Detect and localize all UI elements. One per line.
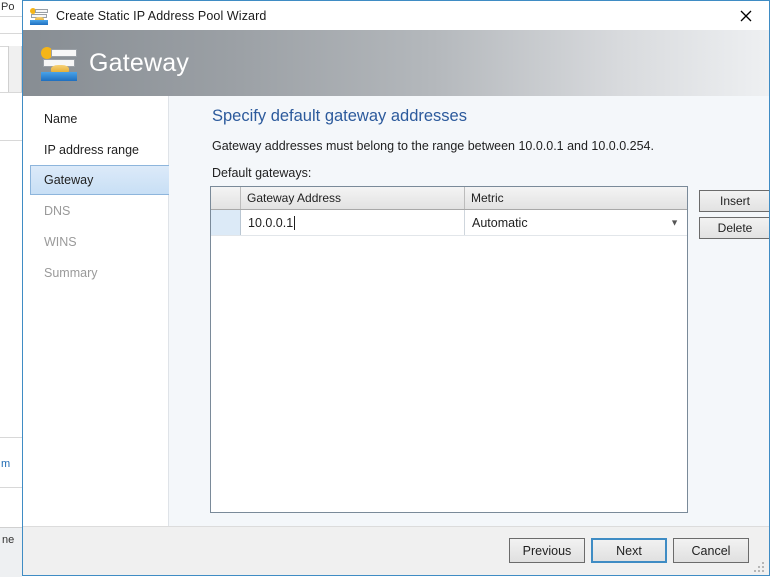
background-text-bottom: ne xyxy=(2,534,15,546)
background-divider xyxy=(0,33,22,34)
close-icon[interactable] xyxy=(723,1,769,30)
wizard-banner: Gateway xyxy=(23,30,769,96)
background-divider xyxy=(0,437,22,438)
next-button[interactable]: Next xyxy=(591,538,667,563)
background-text-mid: m xyxy=(1,458,11,470)
previous-button[interactable]: Previous xyxy=(509,538,585,563)
chevron-down-icon[interactable]: ▼ xyxy=(670,218,679,227)
grid-label: Default gateways: xyxy=(212,166,312,180)
window-title: Create Static IP Address Pool Wizard xyxy=(56,8,267,23)
sidebar-item-label: WINS xyxy=(44,235,77,249)
background-divider xyxy=(0,92,22,93)
sidebar-item-name[interactable]: Name xyxy=(23,104,168,134)
row-selector-cell[interactable] xyxy=(211,210,241,235)
grid-corner-header[interactable] xyxy=(211,187,241,209)
sidebar-item-dns[interactable]: DNS xyxy=(23,196,168,226)
insert-button[interactable]: Insert xyxy=(699,190,769,212)
cancel-button[interactable]: Cancel xyxy=(673,538,749,563)
metric-select[interactable]: Automatic ▼ xyxy=(465,210,687,235)
sidebar-item-gateway[interactable]: Gateway xyxy=(30,165,187,195)
main-content-panel: Specify default gateway addresses Gatewa… xyxy=(169,96,769,526)
default-gateways-grid[interactable]: Gateway Address Metric 10.0.0.1 Automati… xyxy=(210,186,688,513)
background-scrollbar[interactable] xyxy=(8,46,22,92)
table-row[interactable]: 10.0.0.1 Automatic ▼ xyxy=(211,210,687,236)
title-bar[interactable]: Create Static IP Address Pool Wizard xyxy=(23,1,769,30)
background-text-top: Po xyxy=(1,1,15,13)
page-title: Gateway xyxy=(89,48,190,77)
resize-grip-icon[interactable] xyxy=(753,561,766,574)
content-heading: Specify default gateway addresses xyxy=(212,107,467,125)
background-divider xyxy=(0,487,22,488)
content-description: Gateway addresses must belong to the ran… xyxy=(212,139,654,153)
sidebar-item-label: Name xyxy=(44,112,78,126)
background-divider xyxy=(0,16,22,17)
sidebar-item-summary[interactable]: Summary xyxy=(23,258,168,288)
text-caret xyxy=(294,215,296,230)
sidebar-item-label: IP address range xyxy=(44,143,139,157)
dialog-body: Name IP address range Gateway DNS WINS S… xyxy=(23,96,769,526)
wizard-dialog: Create Static IP Address Pool Wizard Gat… xyxy=(22,0,770,576)
sidebar-item-ip-address-range[interactable]: IP address range xyxy=(23,135,168,165)
sidebar-item-label: Gateway xyxy=(44,173,94,187)
gateway-address-value: 10.0.0.1 xyxy=(248,215,294,230)
wizard-steps-sidebar: Name IP address range Gateway DNS WINS S… xyxy=(23,96,187,526)
grid-header-metric[interactable]: Metric xyxy=(465,187,687,209)
grid-header-row: Gateway Address Metric xyxy=(211,187,687,210)
delete-button[interactable]: Delete xyxy=(699,217,769,239)
ip-pool-wizard-icon xyxy=(41,45,77,81)
dialog-footer: Previous Next Cancel xyxy=(23,526,769,575)
ip-pool-wizard-icon xyxy=(30,7,48,25)
sidebar-item-label: Summary xyxy=(44,266,98,280)
sidebar-item-wins[interactable]: WINS xyxy=(23,227,168,257)
gateway-address-input[interactable]: 10.0.0.1 xyxy=(241,210,465,235)
sidebar-item-label: DNS xyxy=(44,204,71,218)
metric-value: Automatic xyxy=(472,215,528,230)
background-divider xyxy=(0,140,22,141)
grid-header-gateway-address[interactable]: Gateway Address xyxy=(241,187,465,209)
